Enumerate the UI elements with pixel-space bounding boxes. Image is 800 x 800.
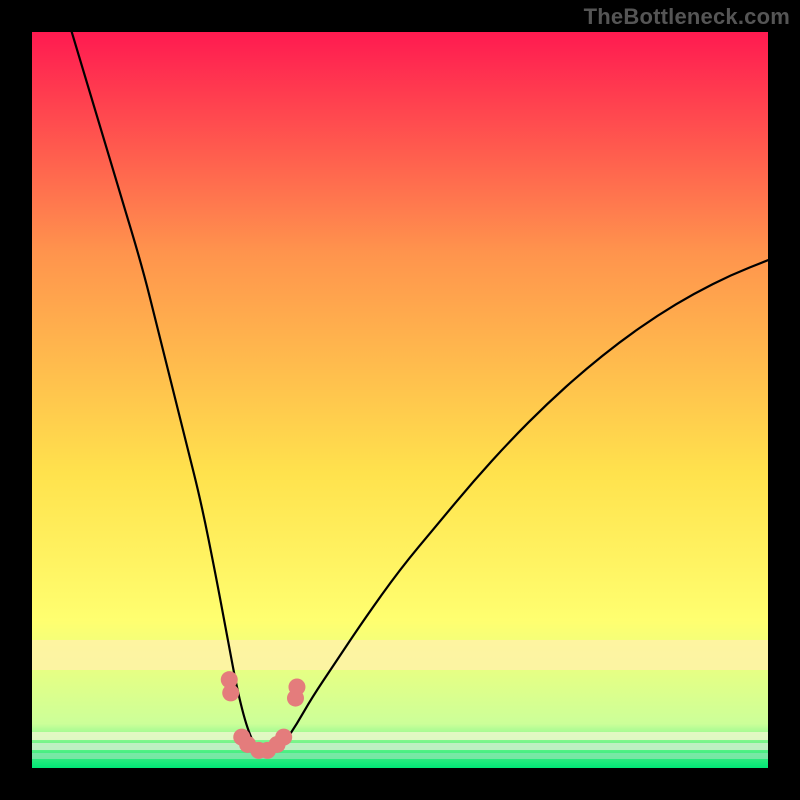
chart-plot-area xyxy=(32,32,768,768)
pale-band-1 xyxy=(32,640,768,670)
chart-svg xyxy=(32,32,768,768)
curve-marker xyxy=(222,684,239,701)
curve-marker xyxy=(288,679,305,696)
pale-band-3 xyxy=(32,743,768,750)
pale-band-2 xyxy=(32,732,768,740)
watermark-text: TheBottleneck.com xyxy=(584,4,790,30)
pale-band-4 xyxy=(32,753,768,759)
chart-stage: TheBottleneck.com xyxy=(0,0,800,800)
curve-marker xyxy=(275,729,292,746)
